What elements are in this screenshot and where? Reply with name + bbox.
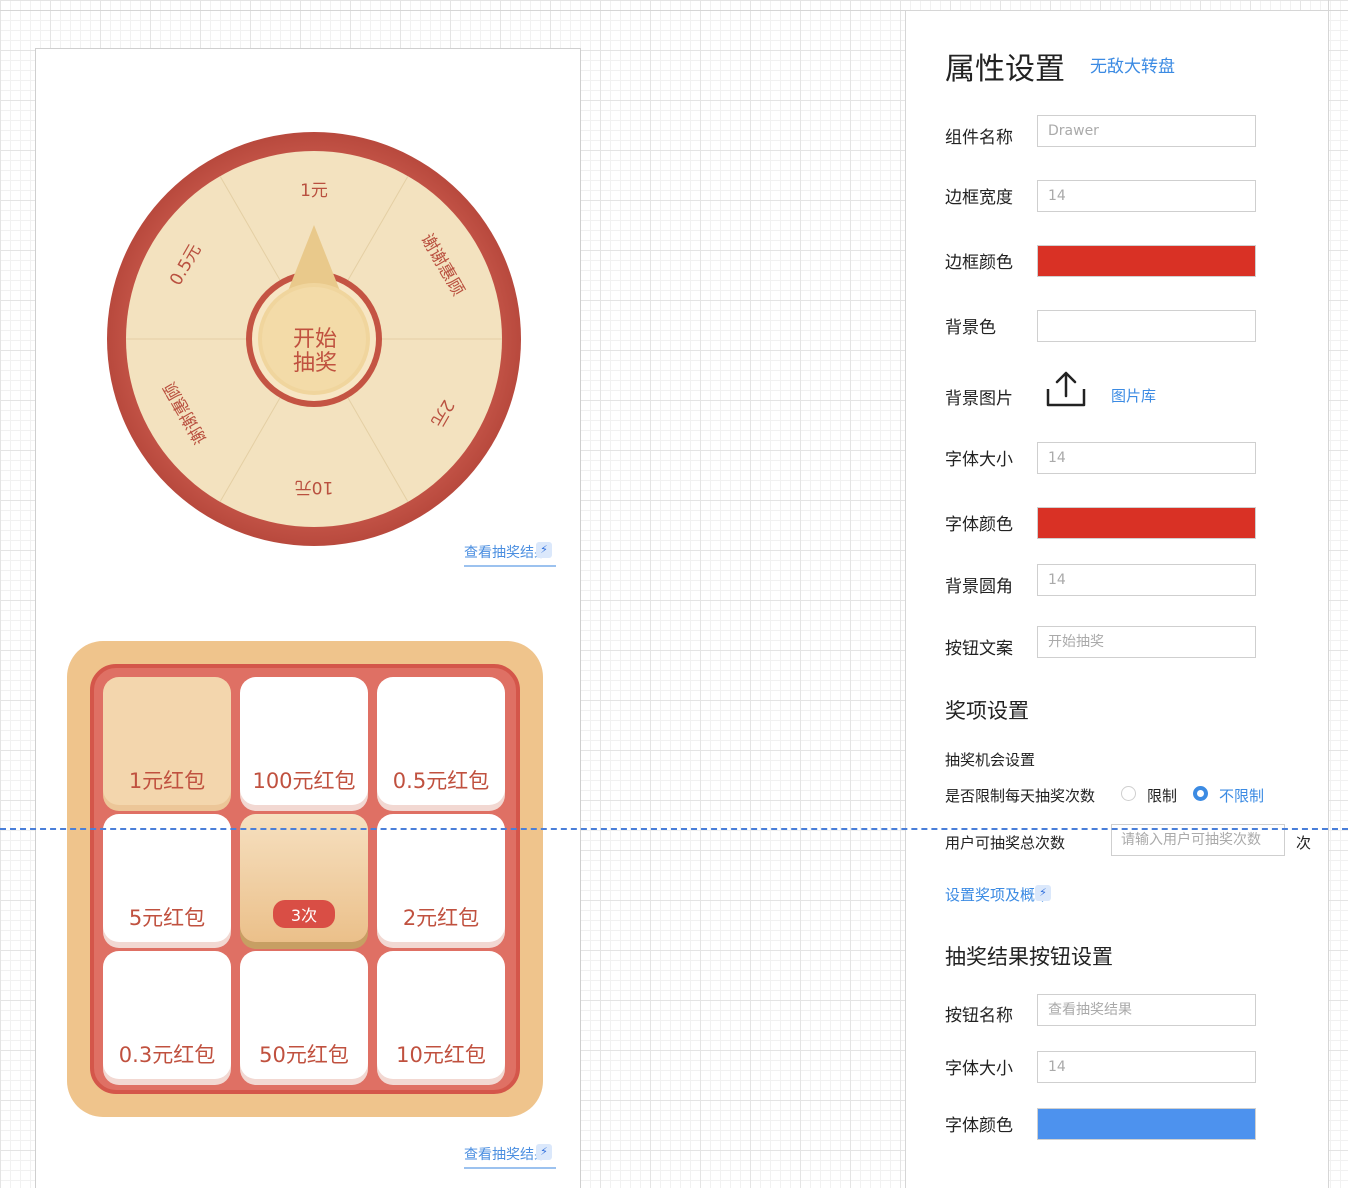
phone-preview-canvas: 1元 谢谢惠顾 2元 10元 谢谢惠顾 0.5元 开始 抽奖 查看抽奖结果 ⚡ 1元红包 … (35, 48, 581, 1188)
start-draw-button[interactable]: 开始 抽奖 (255, 292, 375, 412)
prize-section-title: 奖项设置 (945, 699, 1029, 723)
grid-cell-0.3yuan[interactable]: 0.3元红包 (103, 951, 231, 1079)
border-color-picker[interactable] (1037, 245, 1256, 277)
grid-cell-5yuan[interactable]: 5元红包 (103, 814, 231, 942)
button-text-label: 按钮文案 (945, 639, 1013, 659)
radio-limit-label[interactable]: 限制 (1147, 785, 1177, 806)
image-library-link[interactable]: 图片库 (1111, 385, 1156, 406)
alignment-guide-line (0, 828, 1348, 830)
border-width-input[interactable] (1037, 180, 1256, 212)
chance-setting-label: 抽奖机会设置 (945, 751, 1036, 769)
start-draw-line1: 开始 (292, 327, 337, 352)
result-button-section-title: 抽奖结果按钮设置 (945, 945, 1113, 969)
radio-unlimited[interactable] (1193, 786, 1208, 801)
font-size-input[interactable] (1037, 442, 1256, 474)
limit-daily-label: 是否限制每天抽奖次数 (945, 787, 1096, 805)
ruler-right (1328, 0, 1329, 1188)
grid-cell-10yuan[interactable]: 10元红包 (377, 951, 505, 1079)
font-color-picker[interactable] (1037, 507, 1256, 539)
font-color-label: 字体颜色 (945, 515, 1013, 535)
grid-cell-50yuan[interactable]: 50元红包 (240, 951, 368, 1079)
wheel-result-link[interactable]: 查看抽奖结果 ⚡ (464, 542, 556, 567)
border-color-label: 边框颜色 (945, 253, 1013, 273)
button-name-label: 按钮名称 (945, 1006, 1013, 1026)
grid-result-link[interactable]: 查看抽奖结果 ⚡ (464, 1144, 556, 1169)
grid-cell-label: 50元红包 (259, 1043, 349, 1067)
grid-cell-label: 0.5元红包 (392, 769, 490, 793)
button-name-input[interactable] (1037, 994, 1256, 1026)
grid-lottery: 1元红包 100元红包 0.5元红包 5元红包 3次 2元红包 0.3元红包 5… (67, 641, 543, 1117)
result-font-color-picker[interactable] (1037, 1108, 1256, 1140)
component-type-link[interactable]: 无敌大转盘 (1090, 52, 1175, 77)
grid-cell-label: 2元红包 (402, 906, 480, 930)
wheel-segment-label: 10元 (295, 477, 334, 497)
grid-cell-0.5yuan[interactable]: 0.5元红包 (377, 677, 505, 805)
grid-cell-1yuan[interactable]: 1元红包 (103, 677, 231, 805)
bg-color-picker[interactable] (1037, 310, 1256, 342)
panel-title: 属性设置 (945, 52, 1065, 87)
grid-start-button[interactable]: 3次 (240, 814, 368, 942)
bolt-icon: ⚡ (536, 542, 552, 558)
property-panel: 属性设置 无敌大转盘 组件名称 边框宽度 边框颜色 背景色 背景图片 图片库 字… (905, 11, 1328, 1188)
grid-lottery-board: 1元红包 100元红包 0.5元红包 5元红包 3次 2元红包 0.3元红包 5… (90, 664, 520, 1094)
grid-cell-label: 10元红包 (396, 1043, 486, 1067)
bg-image-label: 背景图片 (945, 389, 1013, 409)
border-width-label: 边框宽度 (945, 188, 1013, 208)
grid-cell-label: 1元红包 (128, 769, 206, 793)
result-font-size-input[interactable] (1037, 1051, 1256, 1083)
grid-cell-label: 5元红包 (128, 906, 206, 930)
bg-color-label: 背景色 (945, 318, 996, 338)
grid-cell-label: 0.3元红包 (118, 1043, 216, 1067)
bolt-icon: ⚡ (536, 1144, 552, 1160)
bolt-icon: ⚡ (1035, 885, 1051, 901)
button-text-input[interactable] (1037, 626, 1256, 658)
grid-cell-100yuan[interactable]: 100元红包 (240, 677, 368, 805)
wheel-segment-label: 1元 (300, 181, 328, 201)
start-draw-line2: 抽奖 (292, 351, 337, 376)
grid-cell-2yuan[interactable]: 2元红包 (377, 814, 505, 942)
total-times-label: 用户可抽奖总次数 (945, 834, 1066, 852)
component-name-label: 组件名称 (945, 128, 1013, 148)
draw-times-badge: 3次 (272, 900, 336, 928)
times-unit: 次 (1296, 834, 1312, 852)
result-font-size-label: 字体大小 (945, 1059, 1013, 1079)
prize-probability-link[interactable]: 设置奖项及概率 ⚡ (945, 884, 1051, 905)
radio-limit[interactable] (1121, 786, 1136, 801)
component-name-input[interactable] (1037, 115, 1256, 147)
result-font-color-label: 字体颜色 (945, 1116, 1013, 1136)
radio-unlimited-label[interactable]: 不限制 (1219, 785, 1264, 806)
radius-input[interactable] (1037, 564, 1256, 596)
font-size-label: 字体大小 (945, 450, 1013, 470)
upload-icon[interactable] (1045, 369, 1087, 409)
radius-label: 背景圆角 (945, 577, 1013, 597)
grid-cell-label: 100元红包 (252, 769, 356, 793)
